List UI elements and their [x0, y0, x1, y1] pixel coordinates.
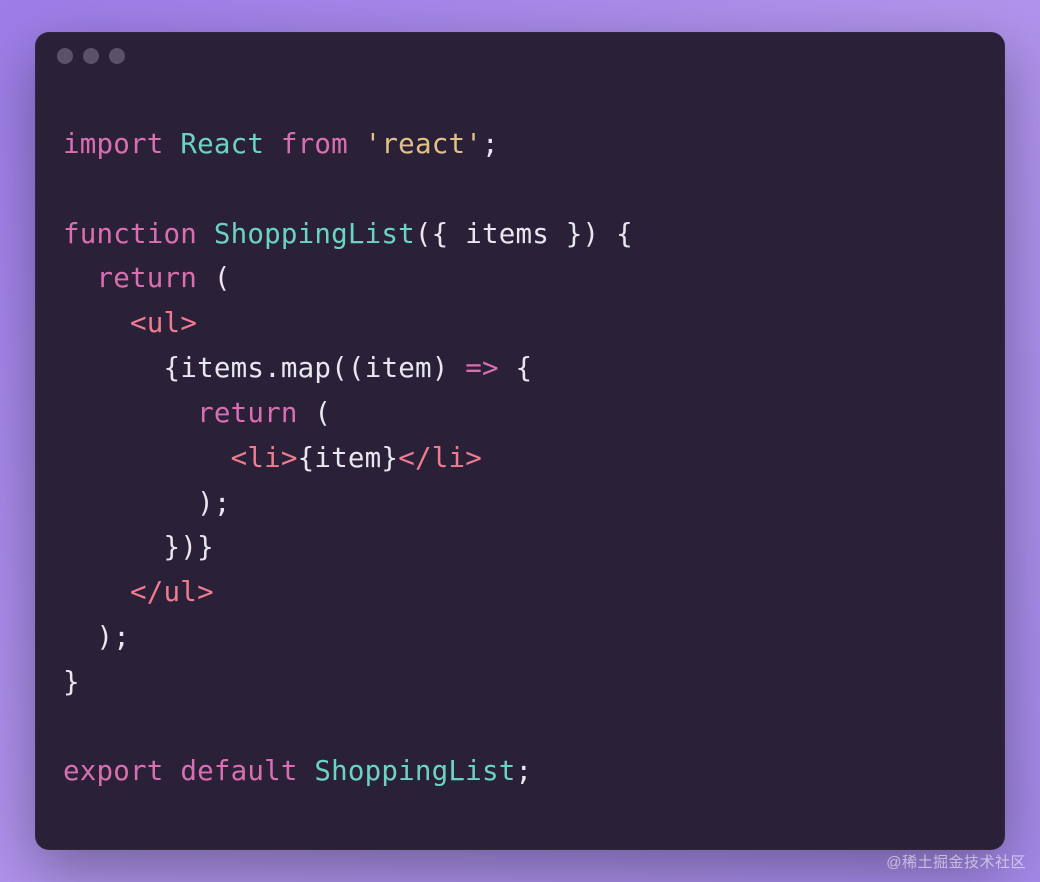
code-block: import React from 'react'; function Shop…: [35, 80, 1005, 814]
identifier-item: item: [314, 442, 381, 474]
block-open: {: [516, 352, 533, 384]
traffic-light-close-icon[interactable]: [57, 48, 73, 64]
jsx-angle-open-close: </: [130, 576, 164, 608]
identifier-react: React: [180, 128, 264, 160]
jsx-tag-li-close: li: [432, 442, 466, 474]
jsx-tag-li: li: [247, 442, 281, 474]
export-name: ShoppingList: [314, 755, 515, 787]
function-name: ShoppingList: [214, 218, 415, 250]
traffic-light-zoom-icon[interactable]: [109, 48, 125, 64]
jsx-angle-close: >: [180, 307, 197, 339]
code-window: import React from 'react'; function Shop…: [35, 32, 1005, 850]
keyword-return: return: [97, 262, 198, 294]
semicolon: ;: [515, 755, 532, 787]
jsx-angle-close: >: [465, 442, 482, 474]
param-items: items: [465, 218, 549, 250]
keyword-export: export: [63, 755, 164, 787]
paren-open: (: [331, 352, 348, 384]
brace-close: }: [566, 218, 583, 250]
jsx-angle-open: <: [130, 307, 147, 339]
keyword-return: return: [197, 397, 298, 429]
brace-open: {: [432, 218, 449, 250]
jsx-angle-close: >: [281, 442, 298, 474]
keyword-default: default: [180, 755, 297, 787]
traffic-light-minimize-icon[interactable]: [83, 48, 99, 64]
semicolon: ;: [214, 487, 231, 519]
jsx-expr-open: {: [164, 352, 181, 384]
semicolon: ;: [482, 128, 499, 160]
identifier-items: items: [180, 352, 264, 384]
jsx-tag-ul: ul: [147, 307, 181, 339]
param-item: item: [365, 352, 432, 384]
paren-close: ): [97, 621, 114, 653]
block-open: {: [616, 218, 633, 250]
jsx-expr-close: }: [381, 442, 398, 474]
dot: .: [264, 352, 281, 384]
paren-open: (: [314, 397, 331, 429]
paren-close: ): [197, 487, 214, 519]
semicolon: ;: [113, 621, 130, 653]
paren-open: (: [214, 262, 231, 294]
paren-close: ): [583, 218, 600, 250]
method-map: map: [281, 352, 331, 384]
jsx-angle-open-close: </: [398, 442, 432, 474]
window-titlebar: [35, 32, 1005, 80]
jsx-expr-open: {: [298, 442, 315, 474]
string-react: 'react': [365, 128, 482, 160]
watermark-text: @稀土掘金技术社区: [886, 851, 1026, 872]
keyword-function: function: [63, 218, 197, 250]
paren-open: (: [348, 352, 365, 384]
paren-close: ): [180, 531, 197, 563]
arrow-fn: =>: [465, 352, 499, 384]
jsx-tag-ul-close: ul: [164, 576, 198, 608]
block-close: }: [63, 666, 80, 698]
jsx-angle-close: >: [197, 576, 214, 608]
keyword-import: import: [63, 128, 164, 160]
jsx-angle-open: <: [231, 442, 248, 474]
keyword-from: from: [281, 128, 348, 160]
block-close: }: [164, 531, 181, 563]
paren-close: ): [432, 352, 449, 384]
jsx-expr-close: }: [197, 531, 214, 563]
paren-open: (: [415, 218, 432, 250]
